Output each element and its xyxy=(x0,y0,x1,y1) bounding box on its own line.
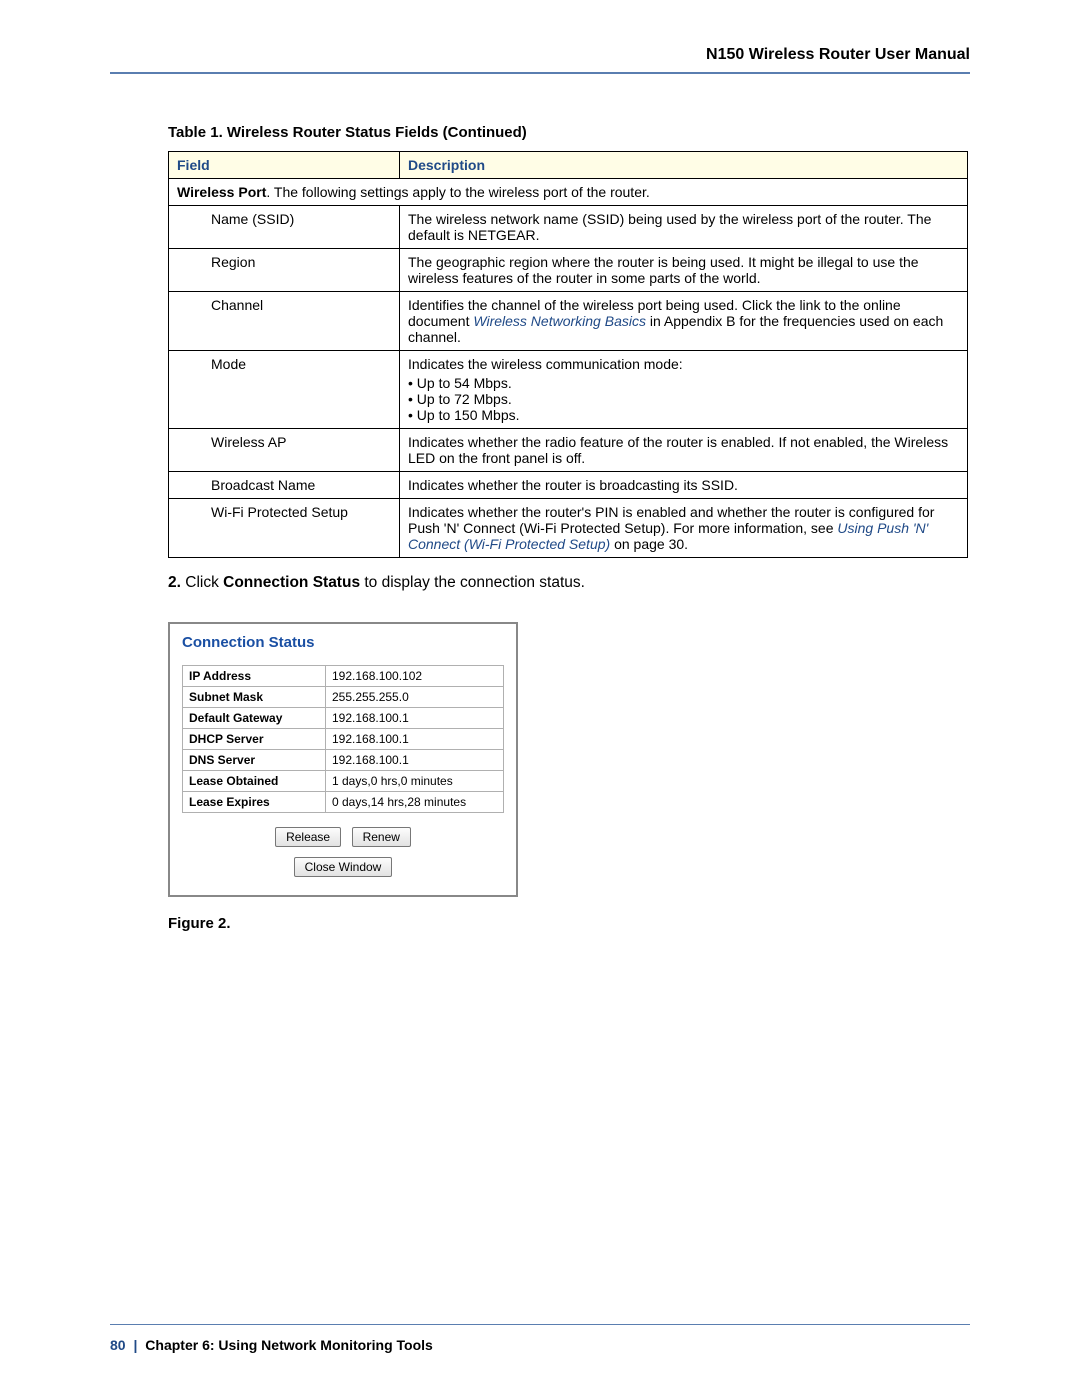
table-row: Mode Indicates the wireless communicatio… xyxy=(169,351,968,429)
connection-status-table: IP Address192.168.100.102 Subnet Mask255… xyxy=(182,665,504,813)
col-header-field: Field xyxy=(169,152,400,179)
field-name: Name (SSID) xyxy=(203,206,400,249)
table-row: DHCP Server192.168.100.1 xyxy=(183,729,504,750)
table-row: Subnet Mask255.255.255.0 xyxy=(183,687,504,708)
table-row: Wireless AP Indicates whether the radio … xyxy=(169,429,968,472)
header-rule xyxy=(110,72,970,74)
field-name: Broadcast Name xyxy=(203,472,400,499)
panel-title: Connection Status xyxy=(182,634,504,651)
document-header: N150 Wireless Router User Manual xyxy=(110,46,970,64)
field-name: Mode xyxy=(203,351,400,429)
field-desc: Identifies the channel of the wireless p… xyxy=(400,292,968,351)
figure-caption: Figure 2. xyxy=(168,915,970,932)
instruction-step: 2. Click Connection Status to display th… xyxy=(168,574,970,592)
table-row: Region The geographic region where the r… xyxy=(169,249,968,292)
col-header-description: Description xyxy=(400,152,968,179)
field-name: Wi-Fi Protected Setup xyxy=(203,499,400,558)
page-footer: 80 | Chapter 6: Using Network Monitoring… xyxy=(110,1324,970,1353)
table-row: DNS Server192.168.100.1 xyxy=(183,750,504,771)
table-row: Channel Identifies the channel of the wi… xyxy=(169,292,968,351)
field-desc: The wireless network name (SSID) being u… xyxy=(400,206,968,249)
field-name: Region xyxy=(203,249,400,292)
table-row: Broadcast Name Indicates whether the rou… xyxy=(169,472,968,499)
field-desc: Indicates whether the router is broadcas… xyxy=(400,472,968,499)
connection-status-panel: Connection Status IP Address192.168.100.… xyxy=(168,622,518,897)
field-desc: Indicates the wireless communication mod… xyxy=(400,351,968,429)
release-button[interactable]: Release xyxy=(275,827,341,847)
page-number: 80 xyxy=(110,1337,126,1353)
table-caption: Table 1. Wireless Router Status Fields (… xyxy=(168,124,970,141)
list-item: Up to 150 Mbps. xyxy=(408,407,959,423)
table-row: Lease Obtained1 days,0 hrs,0 minutes xyxy=(183,771,504,792)
field-desc: The geographic region where the router i… xyxy=(400,249,968,292)
list-item: Up to 54 Mbps. xyxy=(408,375,959,391)
close-window-button[interactable]: Close Window xyxy=(294,857,393,877)
table-row: Lease Expires0 days,14 hrs,28 minutes xyxy=(183,792,504,813)
field-desc: Indicates whether the router's PIN is en… xyxy=(400,499,968,558)
chapter-title: Chapter 6: Using Network Monitoring Tool… xyxy=(145,1337,433,1353)
doc-link[interactable]: Wireless Networking Basics xyxy=(473,313,646,329)
table-row: IP Address192.168.100.102 xyxy=(183,666,504,687)
status-fields-table: Field Description Wireless Port. The fol… xyxy=(168,151,968,558)
section-title: Wireless Port xyxy=(177,184,266,200)
table-row: Name (SSID) The wireless network name (S… xyxy=(169,206,968,249)
renew-button[interactable]: Renew xyxy=(352,827,411,847)
table-row: Wi-Fi Protected Setup Indicates whether … xyxy=(169,499,968,558)
list-item: Up to 72 Mbps. xyxy=(408,391,959,407)
table-row: Default Gateway192.168.100.1 xyxy=(183,708,504,729)
table-section-row: Wireless Port. The following settings ap… xyxy=(169,179,968,206)
section-text: . The following settings apply to the wi… xyxy=(266,184,649,200)
field-name: Channel xyxy=(203,292,400,351)
field-name: Wireless AP xyxy=(203,429,400,472)
field-desc: Indicates whether the radio feature of t… xyxy=(400,429,968,472)
